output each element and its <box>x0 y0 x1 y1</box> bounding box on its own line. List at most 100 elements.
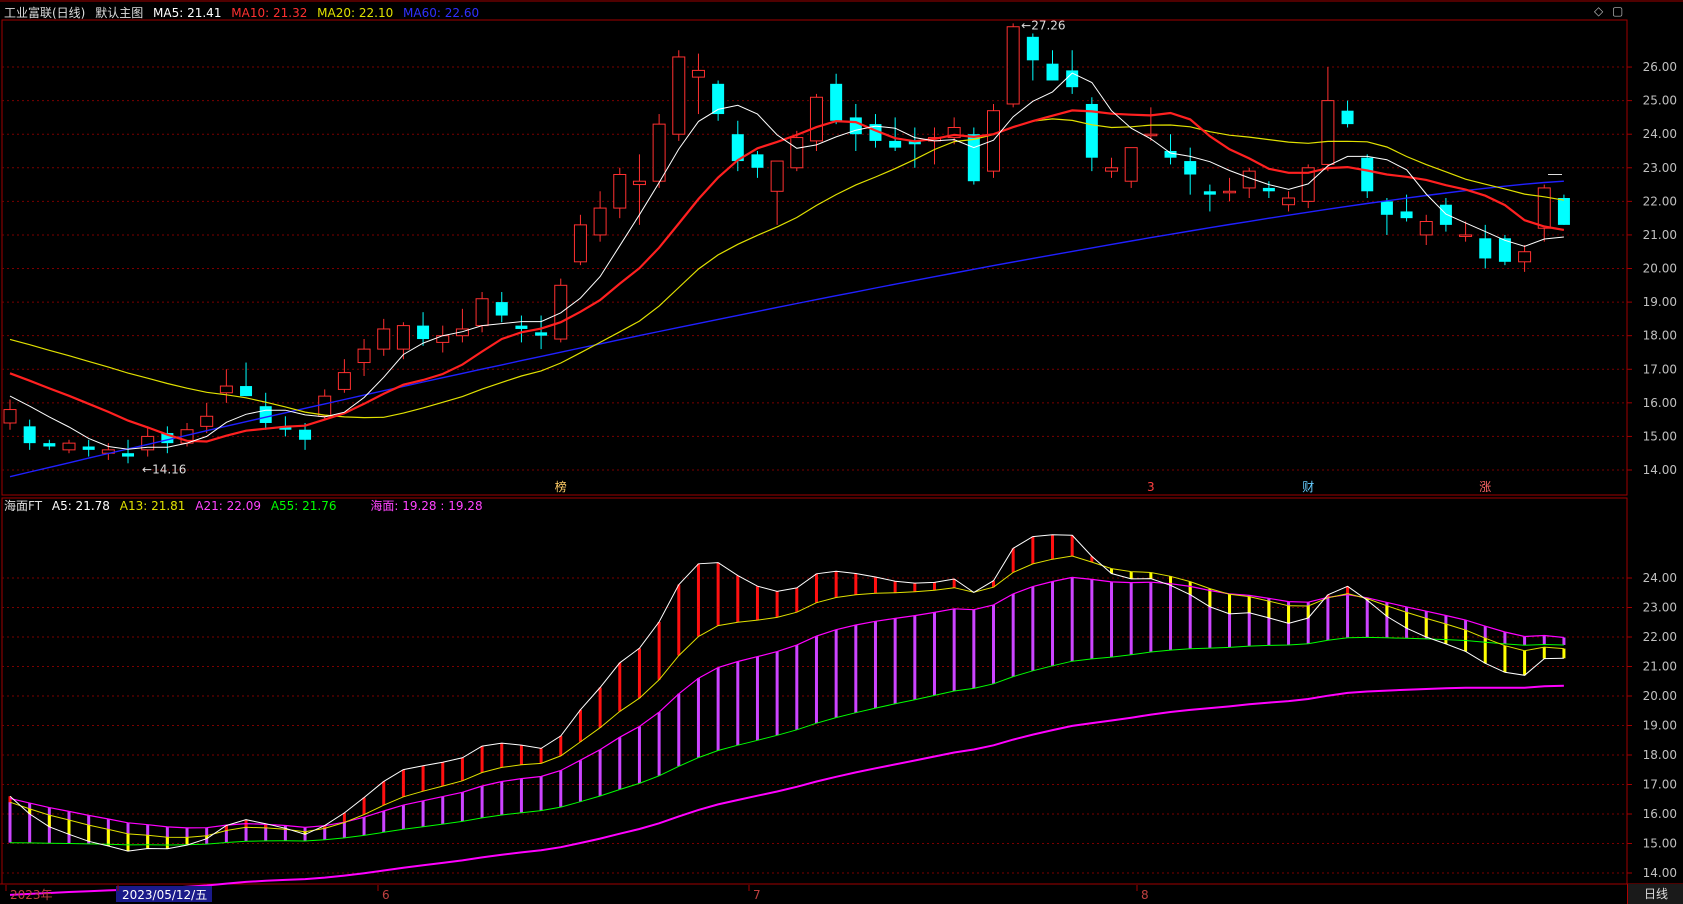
candle-body-down <box>1341 110 1354 125</box>
candle-body-down <box>967 134 980 182</box>
candle-body-up <box>200 415 214 427</box>
main-y-tick-label: 18.00 <box>1643 329 1677 343</box>
candle-body-up <box>691 69 705 78</box>
candle-body-up <box>318 395 332 417</box>
candle-body-up <box>1419 221 1433 236</box>
candle-body-up <box>770 160 784 192</box>
candle-body-down <box>830 83 843 121</box>
main-y-tick-label: 21.00 <box>1643 228 1677 242</box>
candle-body-down <box>1400 211 1413 219</box>
candle-body-down <box>751 154 764 168</box>
candle-body-down <box>259 406 272 423</box>
sub-y-tick-label: 24.00 <box>1643 571 1677 585</box>
x-axis-label: 6 <box>382 888 390 902</box>
candle-body-up <box>1537 187 1551 229</box>
main-y-tick-label: 25.00 <box>1643 94 1677 108</box>
sub-y-tick-label: 20.00 <box>1643 689 1677 703</box>
event-marker: 3 <box>1147 480 1155 494</box>
candle-body-down <box>1479 238 1492 259</box>
stock-chart[interactable]: 14.00 15.00 16.00 17.00 18.00 19.00 20.00 21.00… <box>0 0 1683 904</box>
indicator-name[interactable]: 海面FT <box>4 499 42 513</box>
candle-body-up <box>672 56 686 135</box>
low-annotation: ←14.16 <box>142 462 186 476</box>
candle-body-up <box>396 325 410 350</box>
candle-body-down <box>515 325 528 329</box>
candle-body-up <box>809 96 823 142</box>
sub-y-tick-label: 23.00 <box>1643 601 1677 615</box>
candle-body-up <box>1282 197 1296 206</box>
a13-line <box>9 555 1564 838</box>
sub-y-tick-label: 22.00 <box>1643 630 1677 644</box>
period-button[interactable]: 日线 <box>1627 884 1683 904</box>
candle-body-down <box>1184 161 1197 175</box>
candle-body-up <box>790 137 804 169</box>
main-y-tick-label: 20.00 <box>1643 262 1677 276</box>
candle-body-up <box>593 207 607 236</box>
template-label[interactable]: 默认主图 <box>95 6 143 20</box>
event-marker: 榜 <box>555 479 567 494</box>
candle-body-up <box>613 173 627 209</box>
high-annotation: ←27.26 <box>1021 18 1065 32</box>
candle-body-up <box>377 328 391 350</box>
haimian-line <box>9 684 1564 896</box>
candle-body-down <box>417 325 430 340</box>
candle-body-down <box>1164 150 1177 158</box>
candle-body-down <box>1380 201 1393 215</box>
main-y-tick-label: 26.00 <box>1643 60 1677 74</box>
candle-body-down <box>1557 198 1570 225</box>
main-y-tick-label: 24.00 <box>1643 127 1677 141</box>
ma20-value: MA20: 22.10 <box>317 6 394 20</box>
candle-body-down <box>889 140 902 148</box>
candle-body-down <box>122 453 135 457</box>
candle-body-down <box>1203 191 1216 195</box>
x-axis-label: 7 <box>753 888 761 902</box>
candle-body-up <box>1459 234 1473 237</box>
candle-body-down <box>1262 187 1275 192</box>
candle-body-up <box>1518 251 1532 263</box>
candle-body-up <box>62 442 76 451</box>
square-icon[interactable]: ▢ <box>1612 4 1623 18</box>
candle-body-up <box>1223 190 1237 194</box>
candle-body-down <box>23 426 36 444</box>
a5-value: A5: 21.78 <box>51 499 110 513</box>
sub-y-tick-label: 15.00 <box>1643 837 1677 851</box>
main-y-tick-label: 22.00 <box>1643 194 1677 208</box>
candle-body-down <box>495 302 508 316</box>
x-axis-label: 2023/05/12/五 <box>122 888 207 902</box>
main-y-tick-label: 19.00 <box>1643 295 1677 309</box>
candle-body-down <box>82 446 95 450</box>
diamond-icon[interactable]: ◇ <box>1594 4 1603 18</box>
event-marker: 涨 <box>1479 479 1491 494</box>
candle-body-down <box>535 332 548 336</box>
sub-y-tick-label: 16.00 <box>1643 807 1677 821</box>
main-y-tick-label: 23.00 <box>1643 161 1677 175</box>
event-marker: 财 <box>1302 480 1314 494</box>
x-axis-label: 2023年 <box>10 888 53 902</box>
candle-body-up <box>652 123 666 182</box>
main-y-tick-label: 14.00 <box>1643 463 1677 477</box>
candle-body-down <box>43 443 56 447</box>
sub-y-tick-label: 21.00 <box>1643 660 1677 674</box>
candle-body-down <box>240 386 253 397</box>
sub-y-tick-label: 17.00 <box>1643 778 1677 792</box>
sub-y-tick-label: 14.00 <box>1643 866 1677 880</box>
haimian-value: 海面: 19.28 : 19.28 <box>370 499 483 513</box>
candle-body-down <box>1046 63 1059 81</box>
main-y-tick-label: 15.00 <box>1643 429 1677 443</box>
candle-body-up <box>573 224 587 263</box>
candle-body-up <box>3 409 17 424</box>
candle-body-up <box>987 110 1000 172</box>
sub-y-tick-label: 19.00 <box>1643 719 1677 733</box>
main-panel-frame <box>1 19 1628 496</box>
candle-body-up <box>436 335 450 343</box>
candle-body-up <box>1006 26 1020 105</box>
candle-body-up <box>1321 100 1335 165</box>
candle-body-up <box>554 284 568 340</box>
candle-body-down <box>1439 204 1452 225</box>
candle-body-up <box>632 180 646 186</box>
candle-body-down <box>1026 36 1039 61</box>
sub-chart-header: 海面FT A5: 21.78 A13: 21.81 A21: 22.09 A55… <box>4 497 489 514</box>
a55-value: A55: 21.76 <box>270 499 337 513</box>
stock-title[interactable]: 工业富联(日线) <box>4 6 85 20</box>
candle-body-up <box>337 372 351 390</box>
